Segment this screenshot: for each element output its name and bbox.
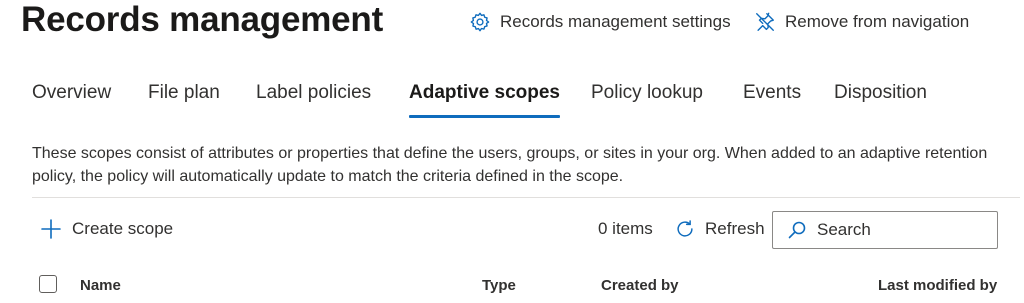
records-management-settings-button[interactable]: Records management settings	[469, 10, 731, 34]
tab-events[interactable]: Events	[743, 78, 801, 108]
create-scope-button[interactable]: Create scope	[40, 216, 173, 242]
tab-overview[interactable]: Overview	[32, 78, 111, 108]
gear-icon	[470, 12, 490, 32]
page-description: These scopes consist of attributes or pr…	[32, 145, 988, 185]
unpin-icon	[756, 12, 774, 31]
select-all-checkbox[interactable]	[39, 275, 57, 293]
active-tab-indicator	[409, 115, 560, 118]
divider	[32, 197, 1020, 198]
remove-from-navigation-button[interactable]: Remove from navigation	[754, 10, 969, 34]
search-input[interactable]	[815, 219, 989, 241]
tab-disposition[interactable]: Disposition	[834, 78, 927, 108]
tab-label-policies[interactable]: Label policies	[256, 78, 371, 108]
remove-from-navigation-label: Remove from navigation	[785, 12, 970, 31]
tab-file-plan[interactable]: File plan	[148, 78, 220, 108]
refresh-button[interactable]: Refresh	[674, 216, 765, 242]
tab-adaptive-scopes[interactable]: Adaptive scopes	[409, 78, 560, 118]
page-title: Records management	[21, 0, 384, 39]
tab-adaptive-scopes-label: Adaptive scopes	[409, 82, 560, 103]
column-header-created-by[interactable]: Created by	[601, 277, 679, 295]
tab-policy-lookup[interactable]: Policy lookup	[591, 78, 703, 108]
column-header-type[interactable]: Type	[482, 277, 516, 295]
column-header-last-modified-by[interactable]: Last modified by	[878, 277, 997, 295]
create-scope-label: Create scope	[72, 219, 174, 238]
search-icon	[788, 221, 806, 239]
item-count: 0 items	[598, 219, 653, 238]
search-box[interactable]	[772, 211, 998, 249]
records-management-settings-label: Records management settings	[500, 12, 731, 31]
column-header-name[interactable]: Name	[80, 277, 121, 295]
refresh-label: Refresh	[705, 219, 765, 238]
plus-icon	[41, 219, 61, 239]
refresh-icon	[677, 220, 693, 237]
